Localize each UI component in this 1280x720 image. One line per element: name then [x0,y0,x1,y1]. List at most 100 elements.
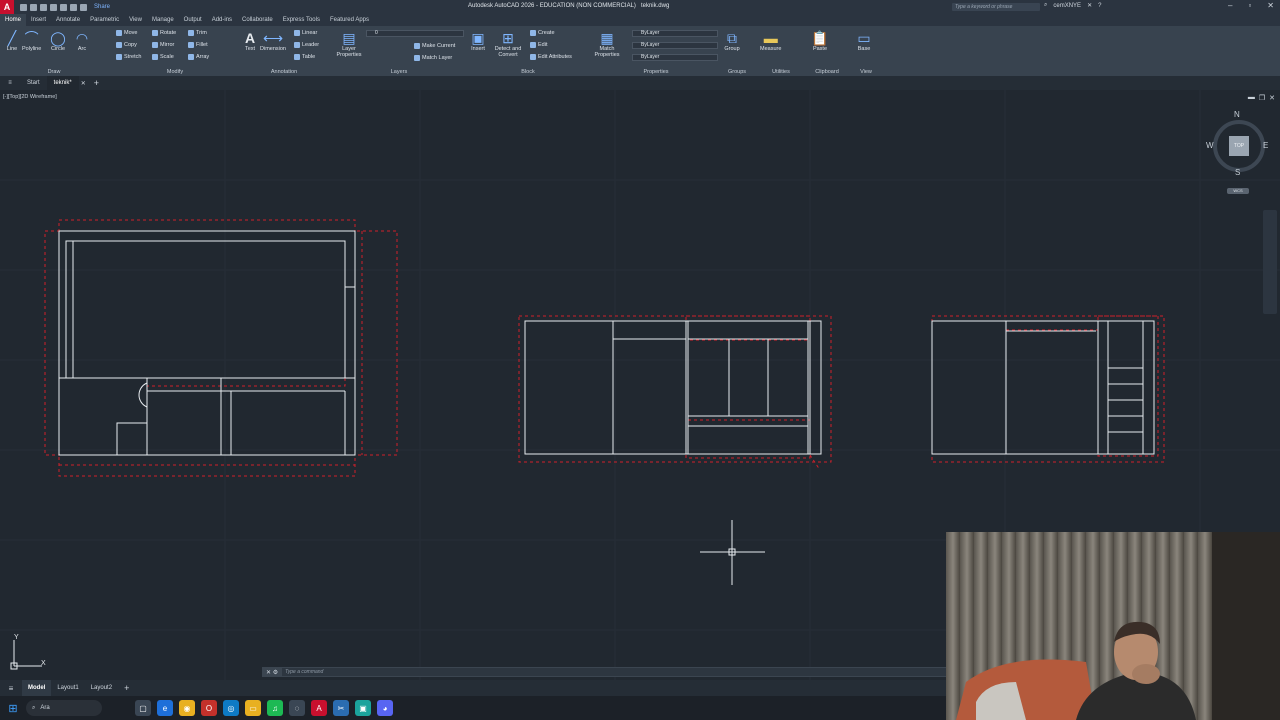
compass-north[interactable]: N [1234,110,1240,119]
windows-start-icon[interactable]: ⊞ [0,702,26,715]
user-name[interactable]: cemXNYE [1053,3,1081,9]
scale-button[interactable]: Scale [152,54,174,60]
layer-properties-button[interactable]: ▤ Layer Properties [334,30,364,59]
tab-home[interactable]: Home [0,14,27,26]
edit-block-button[interactable]: Edit [530,42,547,48]
tab-manage[interactable]: Manage [147,14,179,26]
opera-icon[interactable]: O [201,700,217,716]
discord-icon[interactable]: ◕ [377,700,393,716]
file-explorer-icon[interactable]: ▭ [245,700,261,716]
leader-button[interactable]: Leader [294,42,319,48]
copy-button[interactable]: Copy [116,42,137,48]
viewcube-top-face[interactable]: TOP [1229,136,1249,156]
fillet-button[interactable]: Fillet [188,42,208,48]
taskbar-search[interactable]: ⌕ Ara [26,700,102,716]
undo-icon[interactable] [70,3,77,11]
share-button[interactable]: Share [94,4,110,10]
browser-icon[interactable]: ◎ [223,700,239,716]
tab-layout2[interactable]: Layout2 [85,680,118,696]
lineweight-dropdown[interactable]: ByLayer [632,54,718,61]
tab-model[interactable]: Model [22,680,52,696]
close-tab-icon[interactable]: ✕ [81,80,86,87]
linetype-dropdown[interactable]: ByLayer [632,42,718,49]
detect-convert-button[interactable]: ⊞ Detect and Convert [492,30,524,59]
wcs-menu[interactable]: WCS [1227,188,1249,194]
compass-west[interactable]: W [1206,141,1214,150]
tab-add-ins[interactable]: Add-ins [207,14,237,26]
modify-group-title[interactable]: Modify [112,69,238,75]
match-properties-button[interactable]: ▦ Match Properties [592,30,622,59]
close-icon[interactable]: ✕ [1267,1,1274,10]
view-group-title[interactable]: View [848,69,884,75]
base-button[interactable]: ▭ Base [856,30,872,53]
group-button[interactable]: ⧉ Group [724,30,740,53]
app2-icon[interactable]: ▣ [355,700,371,716]
navigation-bar[interactable] [1263,210,1277,314]
arc-button[interactable]: ◠ Arc [74,30,90,53]
draw-group-title[interactable]: Draw [2,69,106,75]
elevation-drawing-right[interactable] [931,315,1165,463]
autocad-logo[interactable]: A [0,0,14,14]
search-icon[interactable]: ⌕ [1044,2,1047,9]
help-icon[interactable]: ? [1098,3,1101,9]
block-group-title[interactable]: Block [468,69,588,75]
rotate-button[interactable]: Rotate [152,30,176,36]
tab-annotate[interactable]: Annotate [51,14,85,26]
minimize-icon[interactable]: – [1228,1,1232,10]
edit-attributes-button[interactable]: Edit Attributes [530,54,572,60]
tab-express-tools[interactable]: Express Tools [278,14,325,26]
layout-menu-icon[interactable]: ≡ [0,684,22,693]
linear-button[interactable]: Linear [294,30,317,36]
tab-teknik[interactable]: teknik* [46,76,79,90]
line-button[interactable]: ╱ Line [4,30,20,53]
measure-button[interactable]: ▬ Measure [760,30,781,52]
array-button[interactable]: Array [188,54,209,60]
make-current-button[interactable]: Make Current [414,43,455,49]
tab-parametric[interactable]: Parametric [85,14,124,26]
edge-icon[interactable]: e [157,700,173,716]
mirror-button[interactable]: Mirror [152,42,174,48]
tab-featured-apps[interactable]: Featured Apps [325,14,374,26]
properties-group-title[interactable]: Properties [590,69,722,75]
table-button[interactable]: Table [294,54,315,60]
create-block-button[interactable]: Create [530,30,555,36]
tab-start[interactable]: Start [20,76,47,90]
spotify-icon[interactable]: ♫ [267,700,283,716]
search-input[interactable]: Type a keyword or phrase [952,3,1040,11]
tab-output[interactable]: Output [179,14,207,26]
clipboard-group-title[interactable]: Clipboard [806,69,848,75]
groups-group-title[interactable]: Groups [722,69,752,75]
tab-insert[interactable]: Insert [26,14,51,26]
new-icon[interactable] [20,3,27,11]
layers-group-title[interactable]: Layers [332,69,466,75]
command-close-icon[interactable]: ✕ ⚙ [266,669,278,676]
viewcube[interactable]: TOP N S E W WCS [1206,110,1271,194]
tab-view[interactable]: View [124,14,147,26]
color-dropdown[interactable]: ByLayer [632,30,718,37]
tab-collaborate[interactable]: Collaborate [237,14,278,26]
stretch-button[interactable]: Stretch [116,54,141,60]
elevation-drawing-middle[interactable] [518,315,832,471]
command-input[interactable]: Type a command [282,668,946,676]
layer-dropdown[interactable]: 0 [366,30,464,37]
compass-east[interactable]: E [1263,141,1268,150]
hamburger-menu-icon[interactable]: ≡ [0,80,20,86]
cart-icon[interactable]: ✕ [1087,2,1092,9]
tab-layout1[interactable]: Layout1 [51,680,84,696]
text-button[interactable]: A Text [242,30,258,52]
redo-icon[interactable] [80,3,87,11]
dimension-button[interactable]: ⟷ Dimension [260,30,286,53]
trim-button[interactable]: Trim [188,30,207,36]
app-icon[interactable]: ◌ [289,700,305,716]
add-layout-icon[interactable]: + [118,680,135,696]
save-as-icon[interactable] [50,3,57,11]
paste-button[interactable]: 📋 Paste [811,30,828,53]
circle-button[interactable]: ◯ Circle [50,30,66,53]
match-layer-button[interactable]: Match Layer [414,55,452,61]
autocad-taskbar-icon[interactable]: A [311,700,327,716]
compass-south[interactable]: S [1235,168,1240,177]
open-icon[interactable] [30,3,37,11]
polyline-button[interactable]: ⌒ Polyline [22,30,41,52]
insert-button[interactable]: ▣ Insert [470,30,486,53]
move-button[interactable]: Move [116,30,137,36]
